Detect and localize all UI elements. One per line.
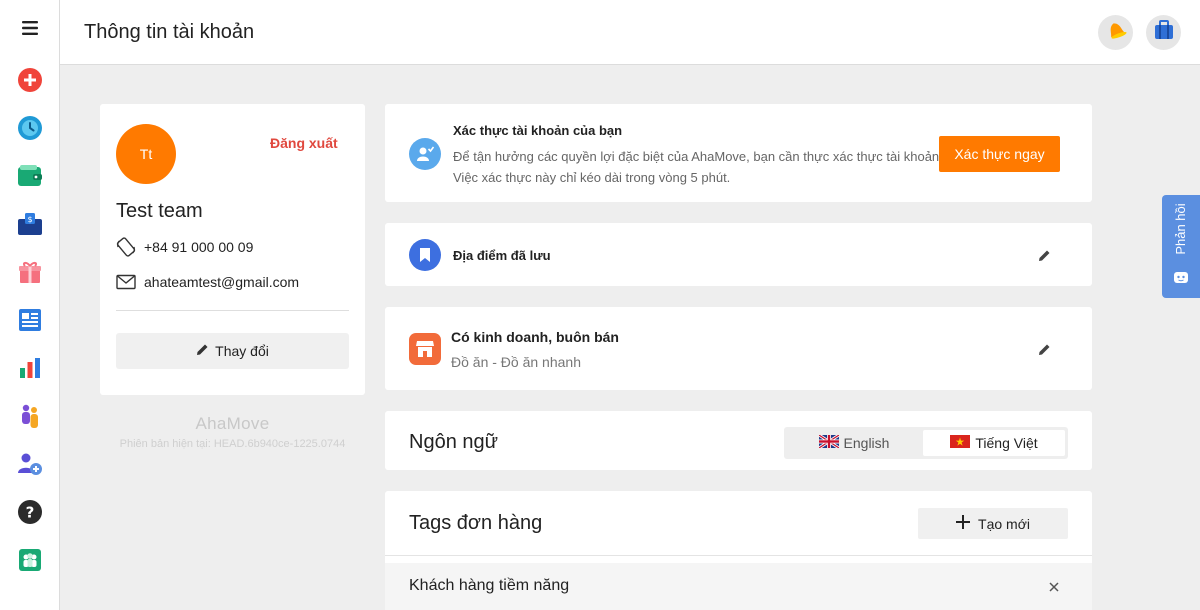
vn-flag-icon: [950, 435, 971, 451]
add-user-icon[interactable]: [16, 450, 44, 478]
language-switch: English Tiếng Việt: [784, 427, 1068, 459]
verify-description: Để tận hưởng các quyền lợi đặc biệt của …: [453, 149, 943, 185]
logout-link[interactable]: Đăng xuất: [270, 135, 338, 151]
business-card[interactable]: Có kinh doanh, buôn bán Đồ ăn - Đồ ăn nh…: [385, 307, 1092, 390]
pencil-icon: [196, 343, 209, 359]
verify-user-icon: [409, 138, 441, 170]
change-profile-button[interactable]: Thay đổi: [116, 333, 349, 369]
profile-card: Tt Đăng xuất Test team +84 91 000 00 09 …: [100, 104, 365, 395]
language-option-english[interactable]: English: [787, 430, 921, 456]
report-icon[interactable]: [16, 306, 44, 334]
business-title: Có kinh doanh, buôn bán: [451, 329, 619, 345]
top-header: Thông tin tài khoản: [60, 0, 1200, 65]
feedback-tab[interactable]: Phản hồi: [1162, 195, 1200, 298]
phone-icon: [116, 237, 144, 257]
saved-places-title: Địa điểm đã lưu: [453, 248, 551, 263]
svg-text:?: ?: [26, 504, 35, 522]
feedback-label: Phản hồi: [1173, 203, 1188, 255]
divider: [385, 555, 1092, 556]
chart-icon[interactable]: [16, 354, 44, 382]
remove-tag-icon[interactable]: [1046, 579, 1062, 595]
language-option-vietnamese[interactable]: Tiếng Việt: [923, 430, 1065, 456]
driver-icon[interactable]: [16, 402, 44, 430]
tags-title: Tags đơn hàng: [409, 512, 543, 534]
cod-bag-icon[interactable]: $: [16, 210, 44, 238]
divider: [116, 310, 349, 311]
phone-number: +84 91 000 00 09: [144, 239, 254, 255]
language-title: Ngôn ngữ: [409, 431, 499, 453]
verify-now-button[interactable]: Xác thực ngay: [939, 136, 1060, 172]
wallet-icon[interactable]: [16, 162, 44, 190]
feedback-bot-icon: [1173, 270, 1189, 289]
email-address: ahateamtest@gmail.com: [144, 274, 300, 290]
order-tags-card: Tags đơn hàng Tạo mới Khách hàng tiềm nă…: [385, 491, 1092, 610]
menu-icon[interactable]: [16, 14, 44, 42]
history-clock-icon[interactable]: [16, 114, 44, 142]
sidebar: $ ?: [0, 0, 60, 610]
team-icon[interactable]: [16, 546, 44, 574]
tag-row: Khách hàng tiềm năng: [385, 563, 1092, 610]
create-order-icon[interactable]: [16, 66, 44, 94]
uk-flag-icon: [817, 433, 840, 451]
vietnamese-label: Tiếng Việt: [975, 435, 1038, 451]
create-tag-label: Tạo mới: [978, 515, 1030, 532]
brand-logo: AhaMove: [195, 414, 270, 433]
avatar: Tt: [116, 124, 176, 184]
edit-business-icon[interactable]: [1034, 339, 1054, 359]
verify-card: Xác thực tài khoản của bạn Để tận hưởng …: [385, 104, 1092, 202]
help-icon[interactable]: ?: [16, 498, 44, 526]
bookmark-icon: [409, 239, 441, 271]
create-tag-button[interactable]: Tạo mới: [918, 508, 1068, 539]
services-button[interactable]: [1146, 15, 1181, 50]
bell-icon: [1105, 19, 1127, 46]
mail-icon: [116, 274, 144, 290]
business-category: Đồ ăn - Đồ ăn nhanh: [451, 354, 581, 370]
saved-places-card[interactable]: Địa điểm đã lưu: [385, 223, 1092, 286]
store-icon: [409, 333, 441, 365]
edit-saved-places-icon[interactable]: [1034, 245, 1054, 265]
profile-name: Test team: [116, 200, 203, 222]
phone-row: +84 91 000 00 09: [116, 237, 253, 257]
verify-title: Xác thực tài khoản của bạn: [453, 123, 623, 138]
version-text: Phiên bản hiện tại: HEAD.6b940ce-1225.07…: [119, 438, 346, 450]
briefcase-icon: [1154, 20, 1174, 45]
tag-label: Khách hàng tiềm năng: [409, 577, 570, 594]
plus-icon: [956, 515, 971, 532]
change-profile-label: Thay đổi: [215, 343, 269, 359]
language-card: Ngôn ngữ English Tiếng Việt: [385, 411, 1092, 470]
page-title: Thông tin tài khoản: [84, 21, 255, 43]
notification-button[interactable]: [1098, 15, 1133, 50]
english-label: English: [843, 435, 890, 451]
email-row: ahateamtest@gmail.com: [116, 274, 299, 290]
svg-text:$: $: [27, 215, 32, 224]
gift-icon[interactable]: [16, 258, 44, 286]
